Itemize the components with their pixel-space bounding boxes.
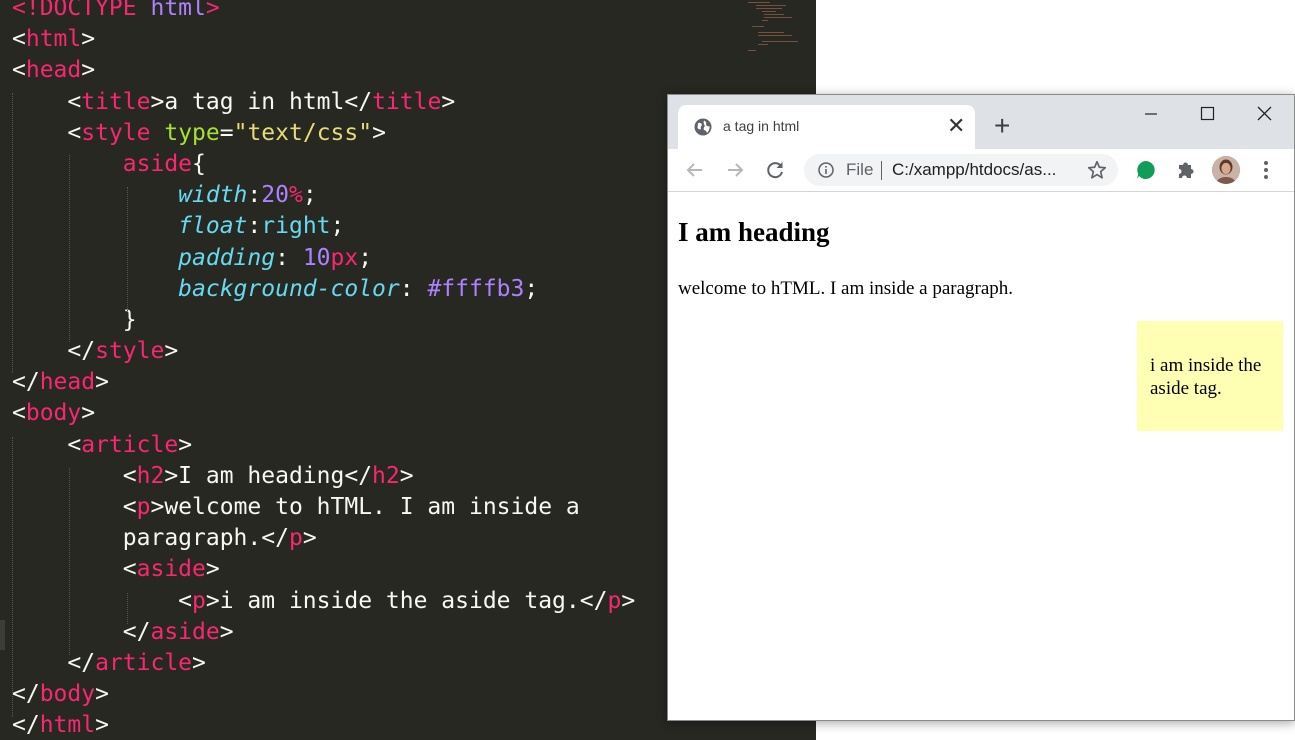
address-separator: [881, 161, 882, 180]
code-line[interactable]: <h2>I am heading</h2>: [12, 461, 635, 492]
tab-strip: a tag in html ✕ +: [668, 95, 1294, 149]
code-line[interactable]: width:20%;: [12, 180, 635, 211]
bookmark-star-icon[interactable]: [1086, 159, 1108, 181]
code-line[interactable]: </head>: [12, 367, 635, 398]
code-line[interactable]: paragraph.</p>: [12, 523, 635, 554]
page-paragraph: welcome to hTML. I am inside a paragraph…: [678, 278, 1014, 299]
code-line[interactable]: <p>i am inside the aside tag.</p>: [12, 586, 635, 617]
reload-button[interactable]: [763, 158, 787, 182]
code-line[interactable]: </article>: [12, 648, 635, 679]
aside-paragraph: i am inside the aside tag.: [1150, 355, 1262, 399]
tab-title: a tag in html: [723, 118, 800, 134]
indent-guide: [127, 593, 128, 624]
page-viewport: I am heading welcome to hTML. I am insid…: [668, 192, 1294, 720]
code-line[interactable]: background-color: #ffffb3;: [12, 274, 635, 305]
page-heading: I am heading: [678, 217, 830, 247]
info-icon[interactable]: [818, 162, 834, 178]
code-line[interactable]: float:right;: [12, 211, 635, 242]
url-text[interactable]: C:/xampp/htdocs/as...: [892, 160, 1056, 180]
close-window-button[interactable]: [1242, 100, 1288, 130]
code-line[interactable]: aside{: [12, 149, 635, 180]
tab-close-button[interactable]: ✕: [947, 114, 965, 138]
green-extension-icon[interactable]: [1134, 158, 1158, 182]
browser-window[interactable]: a tag in html ✕ + File C:/xampp/htdocs/a…: [667, 94, 1295, 721]
code-line[interactable]: <body>: [12, 398, 635, 429]
browser-tab[interactable]: a tag in html ✕: [678, 105, 975, 149]
profile-avatar[interactable]: [1212, 156, 1240, 184]
browser-toolbar: File C:/xampp/htdocs/as...: [668, 149, 1294, 192]
indent-guide: [69, 468, 70, 655]
avatar-image: [1212, 156, 1240, 184]
scheme-label: File: [846, 160, 874, 179]
indent-guide: [12, 93, 13, 373]
indent-guide: [12, 437, 13, 717]
globe-icon: [694, 118, 712, 136]
minimap[interactable]: [748, 0, 798, 60]
minimize-button[interactable]: [1128, 100, 1174, 130]
code-line[interactable]: </aside>: [12, 617, 635, 648]
address-bar[interactable]: File C:/xampp/htdocs/as...: [804, 154, 1118, 186]
code-line[interactable]: <html>: [12, 24, 635, 55]
puzzle-extensions-icon[interactable]: [1174, 158, 1198, 182]
code-line[interactable]: <head>: [12, 55, 635, 86]
code-line[interactable]: </html>: [12, 710, 635, 740]
aside-box: i am inside the aside tag.: [1137, 321, 1283, 431]
back-button[interactable]: [683, 158, 707, 182]
code-line[interactable]: <article>: [12, 430, 635, 461]
code-line[interactable]: }: [12, 305, 635, 336]
forward-button[interactable]: [723, 158, 747, 182]
code-line[interactable]: <title>a tag in html</title>: [12, 87, 635, 118]
maximize-button[interactable]: [1184, 100, 1230, 130]
code-line[interactable]: <!DOCTYPE html>: [12, 0, 635, 24]
code-line[interactable]: </body>: [12, 679, 635, 710]
menu-dots-icon[interactable]: [1258, 158, 1274, 182]
code-line[interactable]: <style type="text/css">: [12, 118, 635, 149]
code-line[interactable]: padding: 10px;: [12, 243, 635, 274]
indent-guide: [69, 155, 70, 342]
gutter-marker: [0, 620, 5, 650]
indent-guide: [127, 187, 128, 311]
new-tab-button[interactable]: +: [994, 112, 1010, 140]
code-text[interactable]: <!DOCTYPE html> <html> <head> <title>a tag…: [12, 0, 635, 740]
code-line[interactable]: </style>: [12, 336, 635, 367]
code-line[interactable]: <p>welcome to hTML. I am inside a: [12, 492, 635, 523]
code-line[interactable]: <aside>: [12, 554, 635, 585]
